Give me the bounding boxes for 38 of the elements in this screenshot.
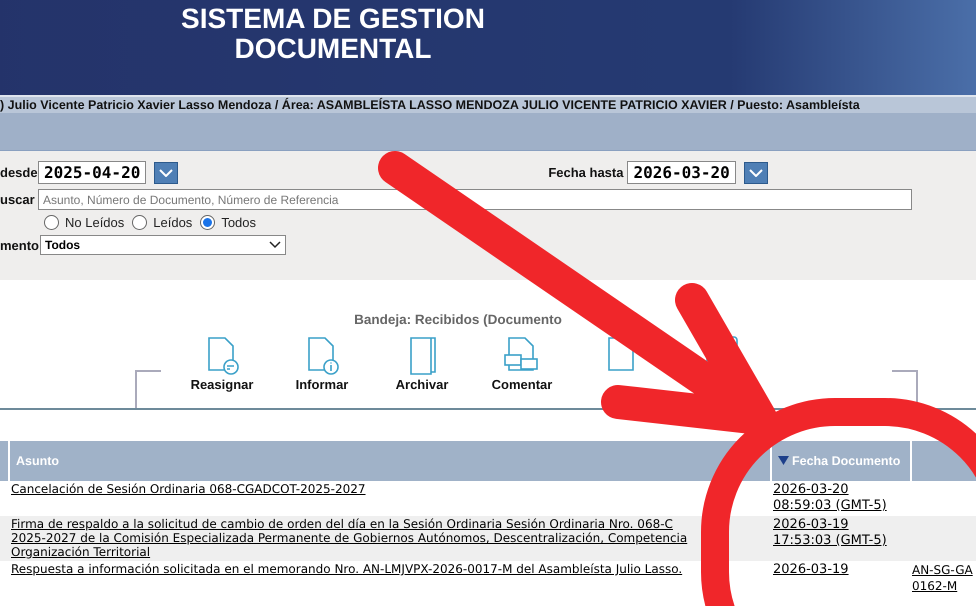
radio-button[interactable]: [44, 215, 59, 230]
date-field[interactable]: 2026-03-20: [627, 161, 736, 184]
time-link[interactable]: 08:59:03 (GMT-5): [773, 498, 908, 514]
toolbar-action[interactable]: Comentar: [482, 335, 562, 392]
date-link[interactable]: 2026-03-19: [773, 562, 908, 578]
document-number-link[interactable]: 0162-M: [912, 578, 976, 594]
user-info-bar: ) Julio Vicente Patricio Xavier Lasso Mendoza / Área: ASAMBLEÍSTA LASSO MENDOZA JULIO VICENTE PATRICIO XAVIER / Puesto: Asambleísta: [0, 95, 976, 113]
date-link[interactable]: 2026-03-20: [773, 482, 908, 498]
radio-button[interactable]: [200, 215, 216, 230]
calendar-dropdown-button[interactable]: [744, 162, 768, 184]
calendar-dropdown-button[interactable]: [154, 162, 178, 184]
tray-title: Bandeja: Recibidos (Documento: [354, 312, 563, 327]
chevron-down-icon: [748, 168, 763, 176]
radio-button[interactable]: [132, 215, 148, 230]
radio-label: Leídos: [153, 215, 192, 230]
radio-label: Todos: [221, 215, 256, 230]
subject-link[interactable]: Cancelación de Sesión Ordinaria 068-CGADCOT-2025-2027: [11, 482, 366, 496]
document-type-select[interactable]: Todos: [40, 235, 286, 255]
system-title: SISTEMA DE GESTION: [181, 4, 485, 34]
field-label: Fecha hasta: [548, 165, 624, 180]
toolbar-action[interactable]: Informar: [282, 335, 362, 392]
sort-down-icon: [778, 456, 789, 465]
date-field[interactable]: 2025-04-20: [38, 161, 146, 184]
field-label: mento: [0, 238, 36, 252]
toolbar-action[interactable]: Reasignar: [182, 335, 262, 392]
document-number-link[interactable]: AN-SG-GA: [912, 562, 976, 578]
radio-label: No Leídos: [65, 215, 124, 230]
time-link[interactable]: 17:53:03 (GMT-5): [773, 533, 908, 549]
subject-link[interactable]: Respuesta a información solicitada en el memorando Nro. AN-LMJVPX-2026-0017-M del Asambleísta Julio Lasso.: [11, 562, 682, 576]
date-link[interactable]: 2026-03-19: [773, 517, 908, 533]
chevron-down-icon: [159, 168, 174, 176]
subject-link[interactable]: Firma de respaldo a la solicitud de cambio de orden del día en la Sesión Ordinaria Sesión Ordinaria Nro. 068-C 2025-2027 de la Comisión Especializada Permanente de Gobiernos Autónomos, Descentralización, Competencia Organización Territorial: [11, 517, 694, 559]
field-label: uscar: [0, 192, 34, 207]
toolbar-action[interactable]: Archivar: [382, 335, 462, 392]
system-title: DOCUMENTAL: [234, 34, 432, 64]
chevron-down-icon: [269, 241, 281, 249]
search-field[interactable]: Asunto, Número de Documento, Número de Referencia: [38, 189, 912, 210]
toolbar-bracket: [135, 370, 161, 408]
